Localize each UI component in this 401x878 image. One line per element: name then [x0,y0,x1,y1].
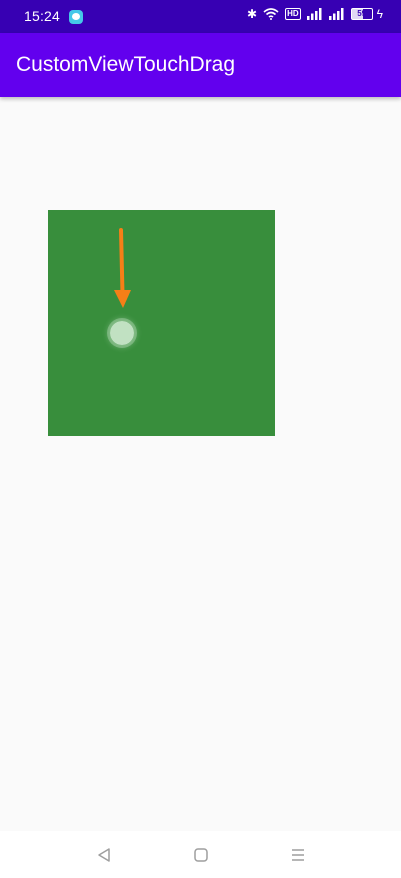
battery-level: 59 [357,9,367,18]
status-time: 15:24 [24,8,61,24]
drag-direction-arrow-icon [114,228,131,308]
wifi-icon [263,8,279,20]
custom-touch-view[interactable] [48,210,275,436]
touch-point-indicator[interactable] [110,321,134,345]
back-icon[interactable] [94,845,114,865]
signal-icon [306,8,323,20]
charging-icon: ϟ [376,7,383,21]
navigation-bar [0,831,401,878]
hd-icon: HD [285,8,301,20]
signal-icon [328,8,345,20]
battery-icon: 59 [350,8,373,20]
app-title: CustomViewTouchDrag [16,53,236,76]
status-bar: 15:24 ✱ HD 59 ϟ [0,0,401,33]
app-bar: CustomViewTouchDrag [0,33,401,97]
home-icon[interactable] [191,845,211,865]
status-icons: ✱ HD 59 ϟ [247,7,383,21]
chat-bubble-icon [69,10,83,24]
recents-icon[interactable] [288,845,308,865]
bluetooth-icon: ✱ [247,7,258,21]
